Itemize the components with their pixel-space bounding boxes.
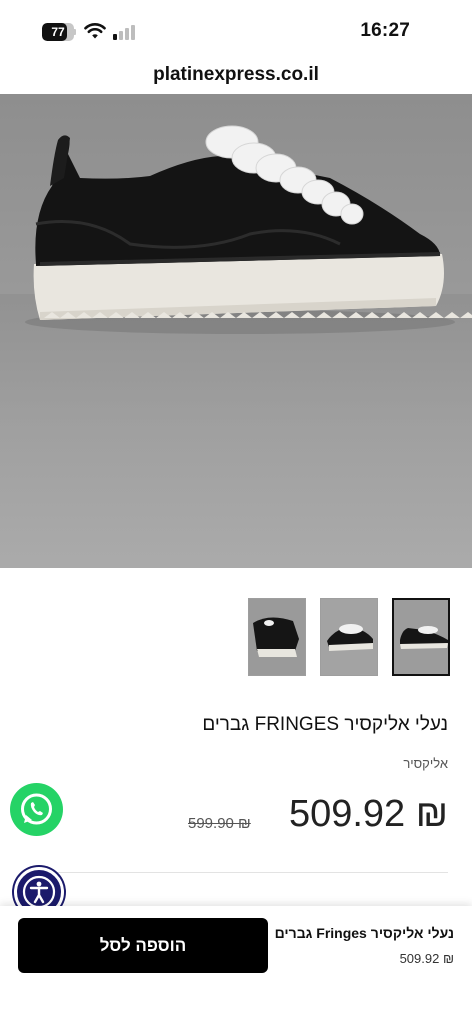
battery-percent: 77: [51, 25, 65, 39]
product-price: 509.92 ₪: [288, 793, 448, 835]
wifi-icon: [84, 23, 106, 39]
sticky-add-to-cart-bar: הוספה לסל נעלי אליקסיר Fringes גברים 509…: [0, 906, 472, 1024]
status-bar: 77 16:27: [0, 0, 472, 58]
thumbnail-strip: [248, 598, 450, 676]
address-bar[interactable]: platinexpress.co.il: [0, 58, 472, 92]
product-title: נעלי אליקסיר FRINGES גברים: [202, 714, 448, 735]
product-brand[interactable]: אליקסיר: [403, 756, 448, 771]
whatsapp-button[interactable]: [10, 783, 63, 836]
sticky-product-price: 509.92 ₪: [399, 951, 454, 966]
thumbnail-angle-view[interactable]: [320, 598, 378, 676]
original-price: 599.90 ₪: [188, 815, 251, 832]
cellular-signal-icon: [113, 24, 139, 40]
add-to-cart-button[interactable]: הוספה לסל: [18, 918, 268, 973]
thumbnail-side-view[interactable]: [392, 598, 450, 676]
product-image[interactable]: [0, 94, 472, 568]
battery-icon: 77: [42, 23, 76, 41]
divider: [24, 872, 448, 873]
sticky-product-title: נעלי אליקסיר Fringes גברים: [274, 925, 454, 941]
clock: 16:27: [360, 20, 410, 41]
whatsapp-icon: [21, 793, 52, 825]
thumbnail-rear-view[interactable]: [248, 598, 306, 676]
sneaker-photo: [0, 125, 472, 568]
